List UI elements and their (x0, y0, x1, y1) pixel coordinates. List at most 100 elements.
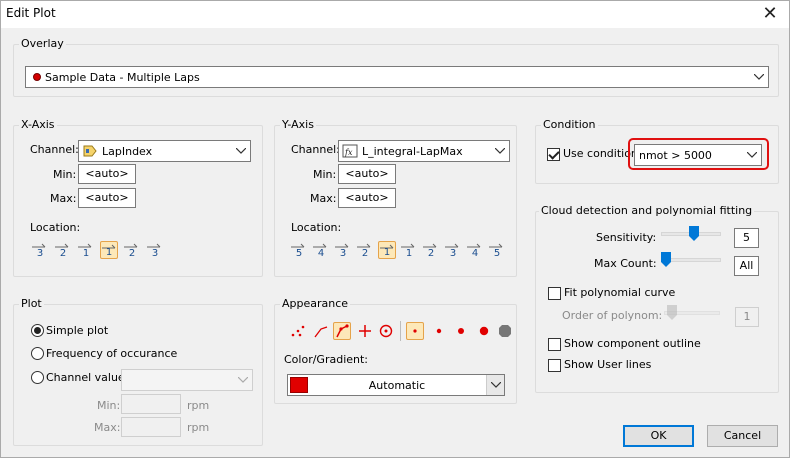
sensitivity-slider-thumb[interactable] (688, 226, 699, 241)
yaxis-location-number: 3 (449, 248, 457, 259)
xaxis-location-right-2-button[interactable]: 2 (123, 241, 141, 259)
yaxis-location-right-5-button[interactable]: 5 (488, 241, 506, 259)
plot-channel-select[interactable] (121, 369, 253, 391)
condition-select[interactable]: nmot > 5000 (634, 144, 762, 166)
yaxis-channel-select[interactable]: fx L_integral-LapMax (338, 140, 510, 162)
frequency-radio[interactable] (31, 347, 44, 360)
title-bar: Edit Plot ✕ (1, 1, 789, 28)
xaxis-location-left-1-button[interactable]: 1 (77, 241, 95, 259)
xaxis-location-right-3-button[interactable]: 3 (146, 241, 164, 259)
plot-min-field[interactable] (121, 394, 181, 414)
chevron-down-icon (486, 375, 504, 395)
svg-text:fx: fx (344, 148, 353, 157)
xaxis-channel-label: Channel: (30, 143, 79, 156)
plot-max-label: Max: (94, 421, 121, 434)
chevron-down-icon (743, 145, 761, 165)
simple-plot-label: Simple plot (46, 324, 109, 337)
yaxis-channel-value: L_integral-LapMax (362, 144, 463, 158)
channel-value-radio[interactable] (31, 371, 44, 384)
xaxis-max-label: Max: (50, 192, 77, 205)
maxcount-label: Max Count: (594, 257, 657, 270)
fit-polynomial-label: Fit polynomial curve (564, 286, 676, 299)
color-gradient-label: Color/Gradient: (284, 353, 369, 366)
maxcount-slider-thumb[interactable] (661, 252, 671, 267)
dots-style-icon[interactable] (289, 322, 307, 340)
color-gradient-value: Automatic (368, 378, 426, 392)
crosshair-style-icon[interactable] (356, 322, 374, 340)
chevron-down-icon (232, 141, 250, 161)
yaxis-location-left-4-button[interactable]: 4 (312, 241, 330, 259)
yaxis-min-field[interactable]: <auto> (338, 164, 396, 184)
plot-max-field[interactable] (121, 417, 181, 437)
xaxis-location-label: Location: (30, 221, 81, 234)
yaxis-location-right-2-button[interactable]: 2 (422, 241, 440, 259)
yaxis-max-field[interactable]: <auto> (338, 188, 396, 208)
channel-value-label: Channel value (46, 371, 125, 384)
yaxis-location-left-2-button[interactable]: 2 (356, 241, 374, 259)
line-style-icon[interactable] (312, 322, 330, 340)
yaxis-group-label: Y-Axis (280, 118, 316, 131)
show-userlines-checkbox[interactable] (548, 359, 561, 372)
plot-group-label: Plot (19, 297, 44, 310)
sensitivity-value: 5 (734, 228, 759, 248)
yaxis-location-left-5-button[interactable]: 5 (290, 241, 308, 259)
appearance-group-label: Appearance (280, 297, 351, 310)
chevron-down-icon (491, 141, 509, 161)
yaxis-location-number: 4 (317, 248, 325, 259)
simple-plot-radio[interactable] (31, 324, 44, 337)
marker-large-icon[interactable] (475, 322, 493, 340)
yaxis-location-right-1-button[interactable]: 1 (400, 241, 418, 259)
yaxis-location-left-1-button[interactable]: 1 (378, 241, 396, 259)
show-outline-label: Show component outline (564, 337, 701, 350)
overlay-dot-icon (33, 73, 41, 81)
condition-group-label: Condition (541, 118, 598, 131)
yaxis-location-number: 5 (493, 248, 501, 259)
xaxis-group-label: X-Axis (19, 118, 57, 131)
xaxis-channel-value: LapIndex (102, 144, 153, 158)
marker-medium-icon[interactable] (452, 322, 470, 340)
yaxis-location-label: Location: (291, 221, 342, 234)
marker-octagon-icon[interactable] (496, 322, 514, 340)
xaxis-min-label: Min: (53, 168, 77, 181)
xaxis-location-left-2-button[interactable]: 2 (54, 241, 72, 259)
plot-max-unit: rpm (187, 421, 210, 434)
circle-target-style-icon[interactable] (377, 322, 395, 340)
show-outline-checkbox[interactable] (548, 338, 561, 351)
xaxis-channel-select[interactable]: LapIndex (78, 140, 251, 162)
yaxis-min-label: Min: (313, 168, 337, 181)
plot-min-unit: rpm (187, 399, 210, 412)
xaxis-location-right-1-button[interactable]: 1 (100, 241, 118, 259)
yaxis-location-number: 5 (295, 248, 303, 259)
cloud-group-label: Cloud detection and polynomial fitting (539, 204, 755, 217)
xaxis-location-number: 3 (36, 248, 44, 259)
yaxis-location-number: 2 (361, 248, 369, 259)
ok-button[interactable]: OK (623, 425, 694, 447)
yaxis-location-right-4-button[interactable]: 4 (466, 241, 484, 259)
fit-polynomial-checkbox[interactable] (548, 287, 561, 300)
overlay-select[interactable]: Sample Data - Multiple Laps (25, 66, 769, 88)
yaxis-location-left-3-button[interactable]: 3 (334, 241, 352, 259)
yaxis-location-right-3-button[interactable]: 3 (444, 241, 462, 259)
appearance-divider (400, 321, 401, 341)
order-polynom-value: 1 (735, 307, 759, 327)
use-condition-checkbox[interactable] (547, 148, 560, 161)
cancel-button[interactable]: Cancel (707, 425, 778, 447)
yaxis-channel-label: Channel: (291, 143, 340, 156)
yaxis-max-label: Max: (310, 192, 337, 205)
xaxis-location-left-3-button[interactable]: 3 (31, 241, 49, 259)
xaxis-max-field[interactable]: <auto> (78, 188, 136, 208)
close-icon[interactable]: ✕ (759, 3, 781, 24)
marker-small-icon[interactable] (430, 322, 448, 340)
line-points-style-icon[interactable] (333, 322, 351, 340)
formula-icon: fx (342, 143, 358, 159)
xaxis-location-number: 1 (82, 248, 90, 259)
order-slider-thumb[interactable] (667, 305, 677, 320)
frequency-label: Frequency of occurance (46, 347, 178, 360)
xaxis-location-number: 1 (105, 247, 113, 258)
color-swatch (290, 377, 308, 393)
xaxis-min-field[interactable]: <auto> (78, 164, 136, 184)
marker-tiny-icon[interactable] (406, 322, 424, 340)
plot-min-label: Min: (97, 399, 121, 412)
color-gradient-select[interactable]: Automatic (287, 374, 505, 396)
yaxis-location-number: 1 (383, 247, 391, 258)
